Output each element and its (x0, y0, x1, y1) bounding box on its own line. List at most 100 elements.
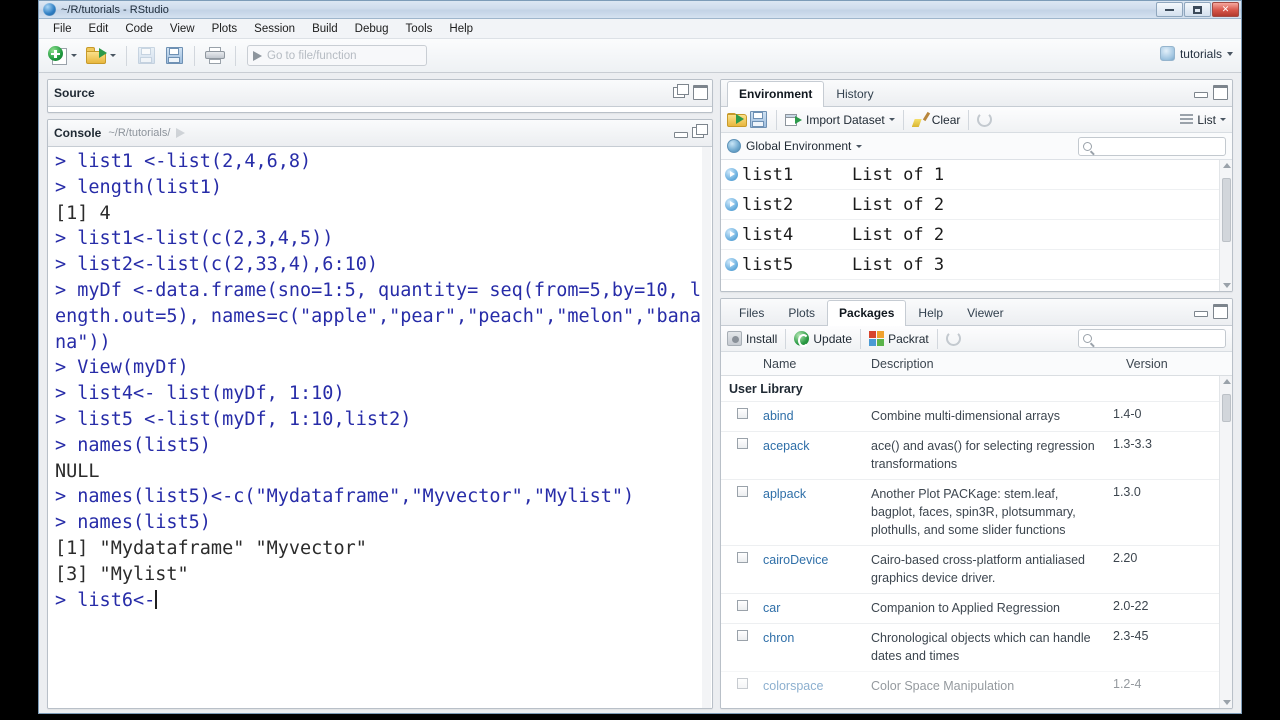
environment-row[interactable]: list2 List of 2 (721, 190, 1232, 220)
save-workspace-icon[interactable] (749, 110, 768, 129)
package-name-link[interactable]: acepack (763, 439, 810, 453)
menu-debug[interactable]: Debug (347, 21, 397, 37)
packages-list[interactable]: User Library abind Combine multi-dimensi… (721, 376, 1232, 708)
table-row[interactable]: cairoDevice Cairo-based cross-platform a… (721, 545, 1219, 593)
update-packages-button[interactable]: Update (813, 332, 852, 346)
checkbox-icon[interactable] (736, 678, 748, 689)
open-file-button[interactable] (83, 45, 119, 66)
environment-search-input[interactable] (1078, 137, 1226, 156)
menu-file[interactable]: File (45, 21, 80, 37)
console-maximize-icon[interactable] (692, 124, 708, 138)
project-chevron-down-icon[interactable] (1227, 51, 1233, 56)
environment-minimize-icon[interactable] (1193, 84, 1208, 98)
scroll-down-icon[interactable] (1223, 700, 1231, 705)
package-name-link[interactable]: car (763, 601, 780, 615)
package-checkbox-cell[interactable] (721, 677, 763, 689)
checkbox-icon[interactable] (736, 630, 748, 641)
environment-maximize-icon[interactable] (1212, 84, 1228, 100)
menu-tools[interactable]: Tools (398, 21, 441, 37)
table-row[interactable]: car Companion to Applied Regression 2.0-… (721, 593, 1219, 623)
package-name-link[interactable]: abind (763, 409, 794, 423)
environment-variable-list[interactable]: list1 List of 1 list2 List of 2 list4 Li… (721, 160, 1232, 291)
close-button[interactable]: ✕ (1212, 2, 1239, 17)
package-name-link[interactable]: aplpack (763, 487, 806, 501)
console-minimize-icon[interactable] (673, 124, 688, 138)
tab-plots[interactable]: Plots (776, 300, 827, 326)
environment-row[interactable]: list1 List of 1 (721, 160, 1232, 190)
console-scrollbar[interactable] (702, 147, 711, 708)
maximize-button[interactable] (1184, 2, 1211, 17)
tab-files[interactable]: Files (727, 300, 776, 326)
scroll-up-icon[interactable] (1223, 379, 1231, 384)
console-output-area[interactable]: > list1 <-list(2,4,6,8) > length(list1) … (48, 147, 712, 708)
expand-icon[interactable] (725, 198, 738, 211)
table-row[interactable]: aplpack Another Plot PACKage: stem.leaf,… (721, 479, 1219, 545)
tab-packages[interactable]: Packages (827, 300, 907, 326)
console-view-directory-icon[interactable] (176, 128, 186, 138)
package-checkbox-cell[interactable] (721, 485, 763, 497)
table-row[interactable]: abind Combine multi-dimensional arrays 1… (721, 401, 1219, 431)
source-maximize-icon[interactable] (692, 84, 708, 100)
tab-help[interactable]: Help (906, 300, 955, 326)
packages-maximize-icon[interactable] (1212, 303, 1228, 319)
menu-plots[interactable]: Plots (204, 21, 246, 37)
console-active-prompt[interactable]: > list6<- (55, 590, 155, 611)
tab-history[interactable]: History (824, 81, 885, 107)
package-name-link[interactable]: colorspace (763, 679, 823, 693)
install-packages-button[interactable]: Install (746, 332, 777, 346)
environment-scope-chevron-down-icon[interactable] (856, 144, 863, 148)
table-row[interactable]: colorspace Color Space Manipulation 1.2-… (721, 671, 1219, 701)
expand-icon[interactable] (725, 168, 738, 181)
packages-minimize-icon[interactable] (1193, 303, 1208, 317)
new-file-chevron-down-icon[interactable] (71, 54, 77, 57)
packages-scrollbar[interactable] (1219, 376, 1232, 708)
goto-file-function-input[interactable]: Go to file/function (247, 45, 427, 66)
import-dataset-chevron-down-icon[interactable] (888, 118, 895, 121)
menu-build[interactable]: Build (304, 21, 346, 37)
new-file-button[interactable] (45, 44, 80, 67)
console-working-directory[interactable]: ~/R/tutorials/ (108, 127, 170, 139)
package-name-link[interactable]: chron (763, 631, 794, 645)
package-checkbox-cell[interactable] (721, 629, 763, 641)
environment-scope-label[interactable]: Global Environment (746, 139, 851, 153)
menu-code[interactable]: Code (117, 21, 161, 37)
tab-environment[interactable]: Environment (727, 81, 825, 107)
menu-view[interactable]: View (162, 21, 203, 37)
scrollbar-thumb[interactable] (1222, 394, 1231, 422)
environment-row[interactable]: list5 List of 3 (721, 250, 1232, 280)
menu-edit[interactable]: Edit (81, 21, 117, 37)
open-file-chevron-down-icon[interactable] (110, 54, 116, 57)
load-workspace-icon[interactable] (727, 112, 747, 127)
environment-refresh-icon[interactable] (977, 112, 993, 127)
scrollbar-thumb[interactable] (1222, 178, 1231, 242)
import-dataset-button[interactable]: Import Dataset (806, 113, 885, 127)
scroll-up-icon[interactable] (1223, 163, 1231, 168)
package-checkbox-cell[interactable] (721, 551, 763, 563)
packages-refresh-icon[interactable] (945, 331, 961, 346)
environment-row[interactable]: list4 List of 2 (721, 220, 1232, 250)
environment-scrollbar[interactable] (1219, 160, 1232, 291)
scroll-down-icon[interactable] (1223, 283, 1231, 288)
table-row[interactable]: acepack ace() and avas() for selecting r… (721, 431, 1219, 479)
checkbox-icon[interactable] (736, 552, 748, 563)
print-button[interactable] (202, 45, 228, 66)
tab-viewer[interactable]: Viewer (955, 300, 1015, 326)
environment-view-selector[interactable]: List (1180, 113, 1226, 127)
source-restore-icon[interactable] (673, 84, 689, 98)
clear-workspace-button[interactable]: Clear (932, 113, 961, 127)
checkbox-icon[interactable] (736, 438, 748, 449)
project-selector[interactable]: tutorials (1159, 46, 1233, 61)
expand-icon[interactable] (725, 258, 738, 271)
save-all-button[interactable] (162, 44, 187, 67)
package-name-link[interactable]: cairoDevice (763, 553, 828, 567)
packrat-button[interactable]: Packrat (888, 332, 929, 346)
checkbox-icon[interactable] (736, 408, 748, 419)
table-row[interactable]: chron Chronological objects which can ha… (721, 623, 1219, 671)
package-checkbox-cell[interactable] (721, 599, 763, 611)
save-button[interactable] (134, 44, 159, 67)
package-checkbox-cell[interactable] (721, 437, 763, 449)
minimize-button[interactable] (1156, 2, 1183, 17)
packages-search-input[interactable] (1078, 329, 1226, 348)
checkbox-icon[interactable] (736, 600, 748, 611)
package-checkbox-cell[interactable] (721, 407, 763, 419)
